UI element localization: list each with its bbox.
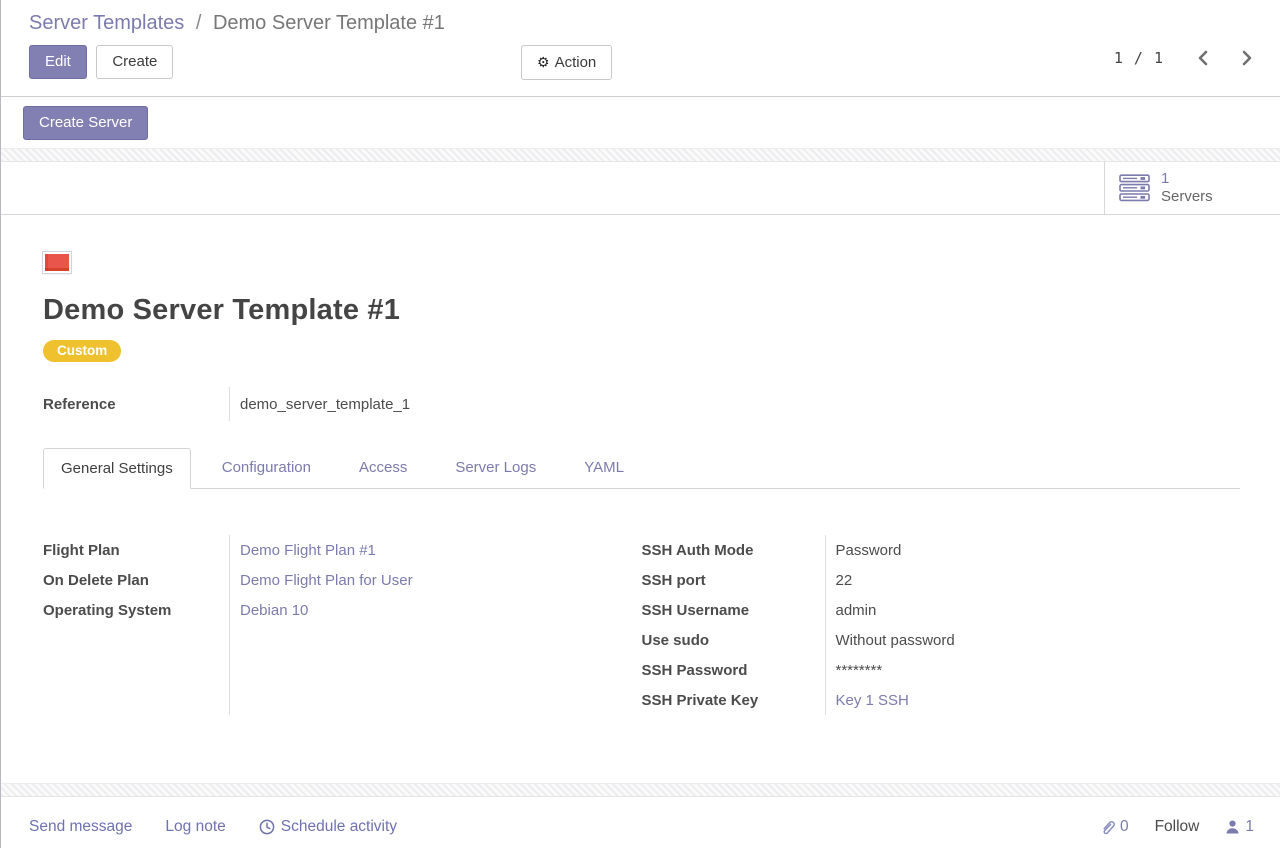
reference-value: demo_server_template_1 xyxy=(229,387,410,421)
tab-configuration[interactable]: Configuration xyxy=(205,448,328,488)
servers-count: 1 xyxy=(1161,170,1213,188)
ssh-auth-mode-label: SSH Auth Mode xyxy=(642,535,825,565)
tab-yaml[interactable]: YAML xyxy=(567,448,641,488)
pager-value: 1 / 1 xyxy=(1114,49,1164,67)
button-box: 1 Servers xyxy=(1,162,1280,215)
ssh-password-label: SSH Password xyxy=(642,655,825,685)
notebook: General Settings Configuration Access Se… xyxy=(43,448,1240,715)
server-stack-icon xyxy=(1119,174,1151,202)
tab-general-settings[interactable]: General Settings xyxy=(43,448,191,489)
log-note-button[interactable]: Log note xyxy=(165,818,225,836)
breadcrumb-separator: / xyxy=(196,12,202,34)
on-delete-plan-value-link[interactable]: Demo Flight Plan for User xyxy=(240,572,413,589)
followers-count: 1 xyxy=(1245,818,1254,836)
control-panel-buttons: Edit Create ⚙ Action 1 / 1 xyxy=(29,45,1264,79)
general-settings-panel: Flight Plan On Delete Plan Operating Sys… xyxy=(43,535,1240,715)
chatter: Send message Log note Schedule activity … xyxy=(1,797,1280,848)
breadcrumb-current: Demo Server Template #1 xyxy=(213,12,445,34)
follow-button[interactable]: Follow xyxy=(1155,818,1200,836)
operating-system-label: Operating System xyxy=(43,595,229,625)
action-button[interactable]: ⚙ Action xyxy=(521,45,612,80)
use-sudo-value: Without password xyxy=(836,625,1241,655)
attachments-count: 0 xyxy=(1120,818,1129,836)
person-icon xyxy=(1225,819,1240,835)
right-labels: SSH Auth Mode SSH port SSH Username Use … xyxy=(642,535,825,715)
pager-previous-button[interactable] xyxy=(1196,50,1209,66)
ssh-private-key-label: SSH Private Key xyxy=(642,685,825,715)
pager-next-button[interactable] xyxy=(1241,50,1254,66)
sheet-body: Demo Server Template #1 Custom Reference… xyxy=(1,215,1280,715)
tab-server-logs[interactable]: Server Logs xyxy=(438,448,553,488)
custom-tag-badge: Custom xyxy=(43,340,121,362)
ssh-port-label: SSH port xyxy=(642,565,825,595)
tab-bar: General Settings Configuration Access Se… xyxy=(43,448,1240,489)
flight-plan-label: Flight Plan xyxy=(43,535,229,565)
breadcrumb-parent-link[interactable]: Server Templates xyxy=(29,12,184,34)
field-group-right: SSH Auth Mode SSH port SSH Username Use … xyxy=(642,535,1241,715)
use-sudo-label: Use sudo xyxy=(642,625,825,655)
servers-stat-button[interactable]: 1 Servers xyxy=(1104,162,1280,214)
edit-button[interactable]: Edit xyxy=(29,45,87,79)
on-delete-plan-label: On Delete Plan xyxy=(43,565,229,595)
ssh-password-value: ******** xyxy=(836,655,1241,685)
reference-label: Reference xyxy=(43,387,229,421)
operating-system-value-link[interactable]: Debian 10 xyxy=(240,602,308,619)
record-title: Demo Server Template #1 xyxy=(43,294,1240,327)
ssh-username-label: SSH Username xyxy=(642,595,825,625)
ssh-private-key-value-link[interactable]: Key 1 SSH xyxy=(836,692,909,709)
followers-button[interactable]: 1 xyxy=(1225,818,1254,836)
chevron-right-icon xyxy=(1241,50,1254,66)
chatter-actions: Send message Log note Schedule activity xyxy=(29,818,397,836)
field-group-left: Flight Plan On Delete Plan Operating Sys… xyxy=(43,535,642,715)
ssh-port-value: 22 xyxy=(836,565,1241,595)
chevron-left-icon xyxy=(1196,50,1209,66)
sheet-background-stripes-top xyxy=(1,148,1280,162)
app-window: Server Templates / Demo Server Template … xyxy=(0,0,1280,848)
create-button[interactable]: Create xyxy=(96,45,173,79)
schedule-activity-label: Schedule activity xyxy=(281,818,397,836)
paperclip-icon xyxy=(1100,819,1115,836)
breadcrumb: Server Templates / Demo Server Template … xyxy=(29,10,1264,36)
tab-access[interactable]: Access xyxy=(342,448,424,488)
schedule-activity-button[interactable]: Schedule activity xyxy=(259,818,397,836)
create-server-button[interactable]: Create Server xyxy=(23,106,148,140)
clock-icon xyxy=(259,819,275,835)
color-swatch[interactable] xyxy=(43,252,71,273)
statusbar: Create Server xyxy=(1,97,1280,148)
attachments-button[interactable]: 0 xyxy=(1100,818,1129,836)
control-panel: Server Templates / Demo Server Template … xyxy=(1,0,1280,97)
ssh-auth-mode-value: Password xyxy=(836,535,1241,565)
servers-label: Servers xyxy=(1161,188,1213,206)
reference-field: Reference demo_server_template_1 xyxy=(43,387,1240,421)
gear-icon: ⚙ xyxy=(537,54,550,70)
action-button-label: Action xyxy=(555,54,597,71)
left-labels: Flight Plan On Delete Plan Operating Sys… xyxy=(43,535,229,715)
pager: 1 / 1 xyxy=(1114,49,1254,67)
send-message-button[interactable]: Send message xyxy=(29,818,132,836)
left-values: Demo Flight Plan #1 Demo Flight Plan for… xyxy=(229,535,642,715)
sheet-background-stripes-bottom xyxy=(1,783,1280,797)
flight-plan-value-link[interactable]: Demo Flight Plan #1 xyxy=(240,542,376,559)
form-sheet: 1 Servers Demo Server Template #1 Custom… xyxy=(1,162,1280,783)
right-values: Password 22 admin Without password *****… xyxy=(825,535,1241,715)
ssh-username-value: admin xyxy=(836,595,1241,625)
chatter-status: 0 Follow 1 xyxy=(1100,818,1254,836)
